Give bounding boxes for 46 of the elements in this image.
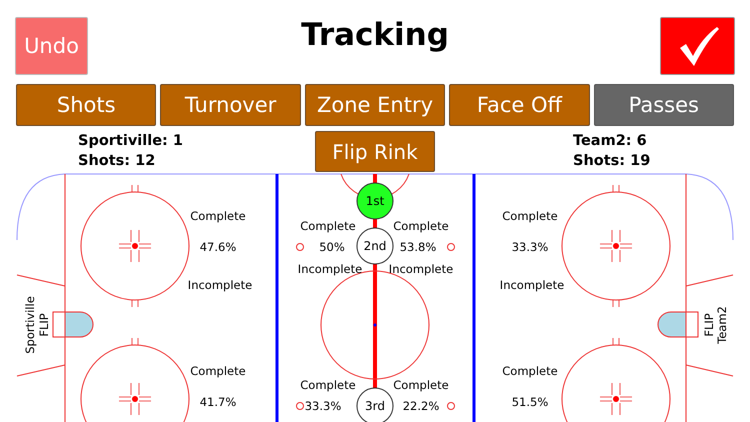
team-score: Sportiville: 1 [78,132,184,151]
team-side-label: Sportiville [23,296,37,354]
screen-title: Tracking [301,17,449,55]
goal-crease-drawing [52,312,94,338]
complete-label: Complete [300,219,356,233]
tab[interactable]: Turnover [160,84,301,126]
completion-percentage: 51.5% [512,395,548,409]
goal-crease-drawing [658,312,698,338]
team-side-label: Team2 [715,306,729,344]
shot-count: Shots: 19 [573,152,652,171]
marker-icon [296,402,304,410]
marker-icon [296,243,304,251]
period-button[interactable]: 2nd [356,228,394,264]
complete-label: Complete [300,378,356,392]
flip-side-label: FLIP [702,313,716,337]
incomplete-label: Incomplete [388,262,454,276]
complete-label: Complete [393,378,449,392]
tab[interactable]: Zone Entry [304,84,446,126]
tab[interactable]: Face Off [449,84,590,126]
complete-label: Complete [502,364,558,378]
flip-rink-button[interactable]: Flip Rink [315,131,435,172]
incomplete-label: Incomplete [500,278,564,292]
completion-percentage: 33.3% [304,399,342,413]
incomplete-label: Incomplete [188,278,252,292]
tab[interactable]: Passes [594,84,734,126]
complete-label: Complete [190,364,246,378]
completion-percentage: 41.7% [200,395,236,409]
undo-button[interactable]: Undo [15,17,88,75]
period-button[interactable]: 1st [356,182,394,220]
completion-percentage: 50% [319,240,345,254]
marker-icon [447,243,455,251]
period-button[interactable]: 3rd [356,388,394,422]
completion-percentage: 33.3% [512,240,548,254]
complete-label: Complete [502,209,558,223]
completion-percentage: 22.2% [402,399,440,413]
complete-label: Complete [393,219,449,233]
team-score: Team2: 6 [573,132,648,151]
tab[interactable]: Shots [16,84,156,126]
confirm-button[interactable] [660,17,735,75]
completion-percentage: 47.6% [200,240,236,254]
marker-icon [447,402,455,410]
completion-percentage: 53.8% [400,240,436,254]
complete-label: Complete [190,209,246,223]
flip-side-label: FLIP [37,313,51,337]
shot-count: Shots: 12 [78,152,156,171]
incomplete-label: Incomplete [298,262,362,276]
